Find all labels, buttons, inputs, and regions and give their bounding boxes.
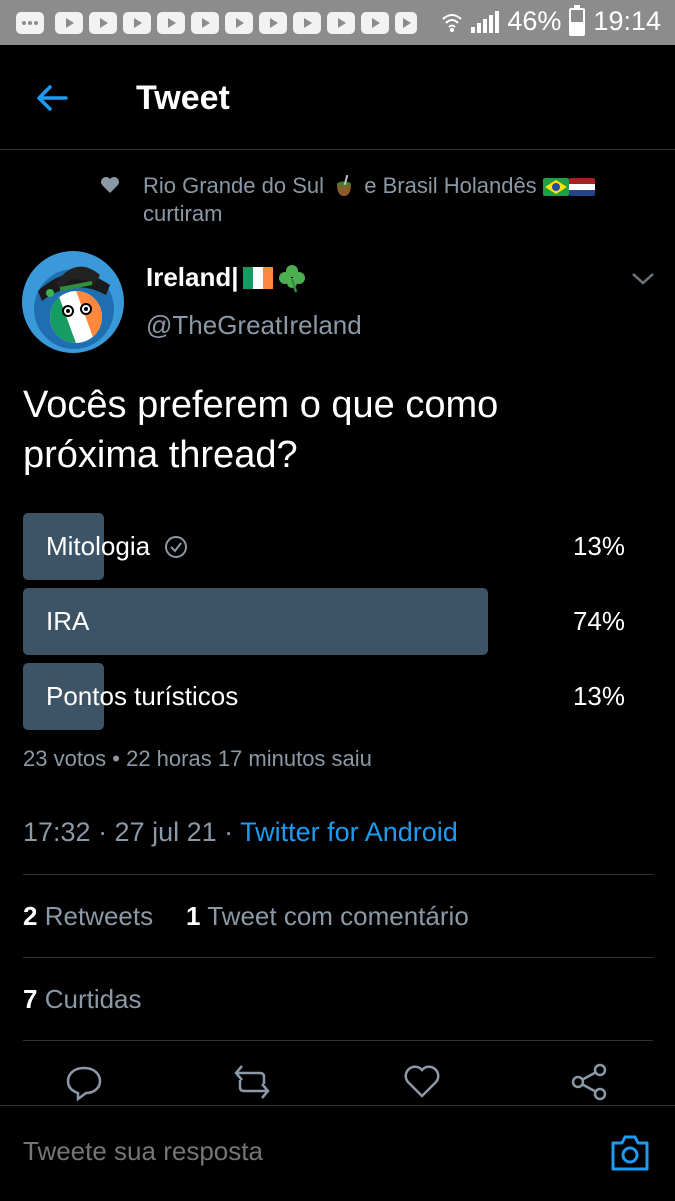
- retweets-label: Retweets: [44, 901, 154, 931]
- liked-by-name-1: Rio Grande do Sul: [143, 173, 324, 198]
- youtube-notification-icon: [191, 12, 219, 34]
- back-arrow-icon[interactable]: [34, 80, 70, 116]
- poll-option-label: Pontos turísticos: [46, 681, 239, 711]
- battery-icon: [569, 4, 586, 36]
- heart-icon: [101, 177, 119, 193]
- status-bar: 46% 19:14: [0, 0, 675, 45]
- check-circle-icon: [165, 535, 188, 558]
- poll-meta: 23 votos • 22 horas 17 minutos saiu: [23, 746, 372, 771]
- retweet-icon[interactable]: [232, 1062, 272, 1102]
- wifi-icon: [442, 13, 463, 32]
- divider: [23, 874, 653, 875]
- battery-percent: 46%: [507, 6, 562, 36]
- top-app-bar: Tweet: [0, 45, 675, 150]
- youtube-notification-icon: [157, 12, 185, 34]
- poll-option-percent: 74%: [572, 606, 625, 636]
- likes-stats[interactable]: 7 Curtidas: [23, 984, 142, 1015]
- likes-count: 7: [23, 984, 38, 1014]
- divider: [23, 1040, 653, 1041]
- youtube-notification-icon: [55, 12, 83, 34]
- quote-stats[interactable]: 1 Tweet com comentário: [186, 901, 469, 932]
- liked-by-name-2: e Brasil Holandês: [364, 173, 537, 198]
- poll-option-percent: 13%: [572, 681, 625, 711]
- liked-by-context[interactable]: Rio Grande do Sul e Brasil Holandês curt…: [100, 172, 640, 228]
- quotes-count: 1: [186, 901, 201, 931]
- brazil-flag-icon: [542, 178, 569, 196]
- youtube-notification-icon: [225, 12, 253, 34]
- netherlands-flag-icon: [568, 178, 595, 196]
- tweet-text: Vocês preferem o que como próxima thread…: [23, 384, 499, 476]
- tweet-timestamp: 17:32 · 27 jul 21 · Twitter for Android: [23, 817, 458, 848]
- poll-bar: [23, 588, 488, 655]
- camera-icon[interactable]: [609, 1133, 651, 1173]
- shamrock-icon: [278, 264, 305, 292]
- retweet-stats[interactable]: 2 Retweets: [23, 901, 153, 932]
- tweet-time: 17:32 · 27 jul 21 ·: [23, 817, 241, 847]
- youtube-notification-icon: [327, 12, 355, 34]
- poll-option: Pontos turísticos 13%: [23, 663, 653, 730]
- chevron-down-icon[interactable]: [628, 268, 658, 288]
- chat-notification-icon: [16, 12, 44, 34]
- poll-option-percent: 13%: [572, 531, 625, 561]
- avatar[interactable]: [22, 251, 124, 353]
- reply-composer: [0, 1105, 675, 1201]
- share-icon[interactable]: [570, 1062, 610, 1102]
- quotes-label: Tweet com comentário: [207, 901, 469, 931]
- liked-by-suffix: curtiram: [143, 201, 223, 226]
- ireland-flag-icon: [242, 266, 273, 289]
- reply-input[interactable]: [23, 1136, 583, 1167]
- mate-emoji-icon: [337, 175, 352, 196]
- poll-option-label: IRA: [46, 606, 90, 636]
- tweet-actions: [0, 1062, 675, 1106]
- author-name[interactable]: Ireland|: [146, 262, 307, 293]
- author-name-text: Ireland|: [146, 262, 239, 292]
- likes-label: Curtidas: [44, 984, 142, 1014]
- page-title: Tweet: [136, 79, 230, 117]
- reply-icon[interactable]: [64, 1062, 104, 1102]
- poll-option-label: Mitologia: [46, 531, 151, 561]
- youtube-notification-icon: [123, 12, 151, 34]
- poll-option: IRA 74%: [23, 588, 653, 655]
- youtube-notification-icon: [293, 12, 321, 34]
- poll-option: Mitologia 13%: [23, 513, 653, 580]
- clock: 19:14: [593, 6, 661, 36]
- youtube-notification-icon: [89, 12, 117, 34]
- signal-icon: [471, 10, 500, 33]
- author-handle[interactable]: @TheGreatIreland: [146, 310, 362, 341]
- youtube-notification-icon: [259, 12, 287, 34]
- youtube-notification-icon: [361, 12, 389, 34]
- source-link[interactable]: Twitter for Android: [240, 817, 458, 847]
- youtube-notification-icon: [395, 12, 417, 34]
- retweets-count: 2: [23, 901, 38, 931]
- divider: [23, 957, 653, 958]
- like-icon[interactable]: [402, 1062, 442, 1102]
